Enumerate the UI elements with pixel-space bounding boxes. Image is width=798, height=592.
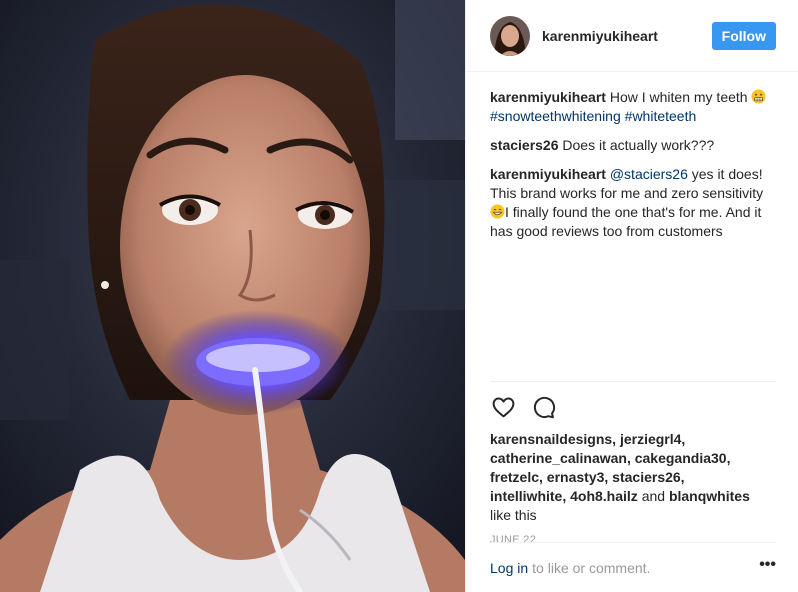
hashtag-link[interactable]: #whiteteeth: [625, 108, 697, 124]
grimacing-face-icon: [751, 89, 766, 104]
instagram-post: karenmiyukiheart Follow karenmiyukiheart…: [0, 0, 798, 592]
action-icons: [490, 382, 776, 428]
like-button[interactable]: [490, 394, 516, 420]
likes-names[interactable]: catherine_calinawan, cakegandia30,: [490, 450, 730, 466]
grinning-face-icon: [490, 204, 505, 219]
likes-names[interactable]: karensnaildesigns, jerziegrl4,: [490, 431, 685, 447]
selfie-teeth-whitening-image: [0, 0, 465, 592]
avatar-image: [490, 15, 530, 56]
comment-username[interactable]: staciers26: [490, 137, 559, 153]
login-link[interactable]: Log in: [490, 560, 528, 576]
post-header: karenmiyukiheart Follow: [466, 0, 798, 72]
likes-names[interactable]: intelliwhite, 4oh8.hailz: [490, 488, 638, 504]
likes-and: and: [637, 488, 669, 504]
caption-comment: karenmiyukiheart How I whiten my teeth #…: [490, 88, 776, 126]
comment-text: I finally found the one that's for me. A…: [490, 204, 762, 239]
avatar[interactable]: [490, 15, 530, 56]
heart-icon: [492, 397, 514, 417]
comment-text: How I whiten my teeth: [605, 89, 752, 105]
post-actions: karensnaildesigns, jerziegrl4, catherine…: [490, 381, 776, 546]
comment-button[interactable]: [530, 394, 556, 420]
comment-username[interactable]: karenmiyukiheart: [490, 89, 606, 105]
comment-username[interactable]: karenmiyukiheart: [490, 166, 606, 182]
more-options-button[interactable]: •••: [759, 556, 776, 580]
comment-icon: [533, 396, 555, 418]
likes-names[interactable]: blanqwhites: [669, 488, 750, 504]
follow-button[interactable]: Follow: [711, 21, 776, 50]
post-sidebar: karenmiyukiheart Follow karenmiyukiheart…: [465, 0, 798, 592]
post-photo[interactable]: [0, 0, 465, 592]
likes-summary: karensnaildesigns, jerziegrl4, catherine…: [490, 430, 776, 525]
header-username[interactable]: karenmiyukiheart: [542, 28, 712, 44]
login-text: to like or comment.: [532, 559, 651, 576]
hashtag-link[interactable]: #snowteethwhitening: [490, 108, 621, 124]
likes-suffix: like this: [490, 507, 537, 523]
mention-link[interactable]: @staciers26: [610, 166, 688, 182]
likes-names[interactable]: fretzelc, ernasty3, staciers26,: [490, 469, 685, 485]
comment: karenmiyukiheart @staciers26 yes it does…: [490, 165, 776, 241]
comment: staciers26 Does it actually work???: [490, 136, 776, 155]
comments-list: karenmiyukiheart How I whiten my teeth #…: [466, 72, 798, 241]
login-prompt: Log in to like or comment. •••: [490, 542, 776, 592]
comment-text: Does it actually work???: [558, 137, 715, 153]
